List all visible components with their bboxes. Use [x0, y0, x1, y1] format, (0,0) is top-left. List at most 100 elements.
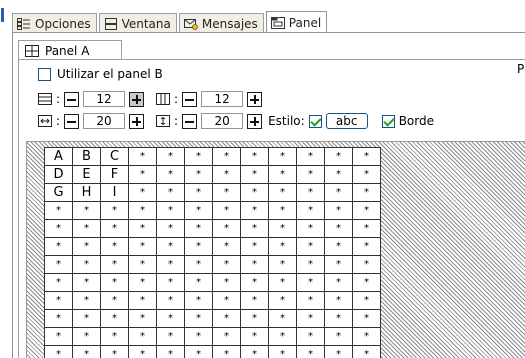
- grid-cell[interactable]: *: [156, 309, 185, 328]
- grid-cell[interactable]: *: [44, 345, 73, 358]
- grid-cell[interactable]: *: [128, 345, 157, 358]
- grid-cell[interactable]: *: [296, 327, 325, 346]
- grid-cell[interactable]: *: [268, 345, 297, 358]
- grid-cell[interactable]: *: [296, 273, 325, 292]
- grid-cell[interactable]: *: [44, 219, 73, 238]
- grid-cell[interactable]: *: [240, 273, 269, 292]
- grid-cell[interactable]: *: [128, 219, 157, 238]
- grid-cell[interactable]: *: [128, 273, 157, 292]
- grid-cell[interactable]: *: [100, 327, 129, 346]
- grid-cell[interactable]: *: [100, 291, 129, 310]
- grid-cell[interactable]: *: [156, 165, 185, 184]
- grid-cell[interactable]: *: [240, 291, 269, 310]
- grid-cell[interactable]: *: [240, 237, 269, 256]
- grid-cell[interactable]: *: [156, 219, 185, 238]
- grid-cell[interactable]: *: [296, 165, 325, 184]
- grid-cell[interactable]: *: [100, 219, 129, 238]
- grid-cell[interactable]: *: [240, 327, 269, 346]
- grid-cell[interactable]: *: [352, 309, 381, 328]
- grid-cell[interactable]: *: [296, 219, 325, 238]
- grid-cell[interactable]: D: [44, 165, 73, 184]
- grid-cell[interactable]: *: [212, 183, 241, 202]
- grid-cell[interactable]: *: [184, 201, 213, 220]
- grid-cell[interactable]: *: [156, 255, 185, 274]
- grid-cell[interactable]: *: [212, 237, 241, 256]
- grid-cell[interactable]: *: [72, 291, 101, 310]
- rows-decrement-button[interactable]: [64, 91, 80, 107]
- grid-cell[interactable]: *: [352, 291, 381, 310]
- grid-cell[interactable]: *: [72, 219, 101, 238]
- grid-cell[interactable]: *: [240, 219, 269, 238]
- grid-cell[interactable]: *: [352, 201, 381, 220]
- grid-cell[interactable]: *: [72, 201, 101, 220]
- grid-cell[interactable]: *: [324, 237, 353, 256]
- tab-panel[interactable]: Panel: [265, 11, 328, 34]
- grid-cell[interactable]: *: [324, 345, 353, 358]
- grid-cell[interactable]: *: [212, 255, 241, 274]
- cols-value-field[interactable]: 12: [201, 91, 244, 107]
- grid-cell[interactable]: H: [72, 183, 101, 202]
- grid-cell[interactable]: *: [268, 237, 297, 256]
- grid-cell[interactable]: *: [128, 327, 157, 346]
- grid-cell[interactable]: *: [212, 201, 241, 220]
- grid-cell[interactable]: *: [44, 291, 73, 310]
- grid-cell[interactable]: *: [44, 327, 73, 346]
- grid-cell[interactable]: *: [352, 219, 381, 238]
- border-checkbox[interactable]: [381, 114, 395, 128]
- grid-cell[interactable]: *: [72, 273, 101, 292]
- grid-cell[interactable]: *: [296, 291, 325, 310]
- tab-opciones[interactable]: Opciones: [12, 13, 97, 33]
- grid-cell[interactable]: *: [72, 327, 101, 346]
- grid-cell[interactable]: *: [100, 309, 129, 328]
- cols-increment-button[interactable]: [247, 91, 263, 107]
- grid-cell[interactable]: *: [296, 183, 325, 202]
- grid-cell[interactable]: *: [128, 201, 157, 220]
- grid-cell[interactable]: *: [212, 147, 241, 166]
- grid-cell[interactable]: *: [156, 183, 185, 202]
- grid-cell[interactable]: *: [184, 291, 213, 310]
- grid-cell[interactable]: E: [72, 165, 101, 184]
- grid-cell[interactable]: *: [268, 309, 297, 328]
- grid-cell[interactable]: G: [44, 183, 73, 202]
- grid-cell[interactable]: *: [156, 237, 185, 256]
- grid-cell[interactable]: *: [156, 327, 185, 346]
- grid-cell[interactable]: *: [100, 345, 129, 358]
- grid-cell[interactable]: *: [156, 345, 185, 358]
- grid-cell[interactable]: *: [100, 237, 129, 256]
- grid-cell[interactable]: *: [324, 219, 353, 238]
- grid-cell[interactable]: *: [268, 291, 297, 310]
- grid-cell[interactable]: *: [212, 165, 241, 184]
- style-checkbox[interactable]: [308, 114, 322, 128]
- tab-mensajes[interactable]: Mensajes: [178, 13, 264, 33]
- grid-cell[interactable]: *: [72, 309, 101, 328]
- grid-cell[interactable]: *: [212, 219, 241, 238]
- grid-cell[interactable]: *: [184, 255, 213, 274]
- grid-cell[interactable]: I: [100, 183, 129, 202]
- grid-cell[interactable]: *: [296, 201, 325, 220]
- grid-cell[interactable]: A: [44, 147, 73, 166]
- grid-cell[interactable]: *: [184, 309, 213, 328]
- height-decrement-button[interactable]: [182, 113, 198, 129]
- grid-cell[interactable]: *: [240, 183, 269, 202]
- grid-cell[interactable]: *: [240, 309, 269, 328]
- grid-cell[interactable]: *: [212, 273, 241, 292]
- height-increment-button[interactable]: [247, 113, 263, 129]
- grid-cell[interactable]: *: [352, 327, 381, 346]
- grid-cell[interactable]: *: [128, 309, 157, 328]
- grid-cell[interactable]: *: [128, 291, 157, 310]
- grid-cell[interactable]: *: [352, 237, 381, 256]
- grid-cell[interactable]: *: [324, 183, 353, 202]
- grid-cell[interactable]: *: [268, 201, 297, 220]
- grid-cell[interactable]: *: [44, 309, 73, 328]
- grid-cell[interactable]: *: [296, 147, 325, 166]
- grid-cell[interactable]: *: [324, 165, 353, 184]
- grid-cell[interactable]: *: [268, 165, 297, 184]
- grid-cell[interactable]: B: [72, 147, 101, 166]
- grid-cell[interactable]: *: [100, 201, 129, 220]
- grid-cell[interactable]: *: [240, 201, 269, 220]
- grid-cell[interactable]: *: [212, 327, 241, 346]
- grid-cell[interactable]: *: [72, 255, 101, 274]
- grid-cell[interactable]: *: [324, 201, 353, 220]
- tab-panel-a[interactable]: Panel A: [18, 40, 122, 60]
- grid-cell[interactable]: *: [128, 183, 157, 202]
